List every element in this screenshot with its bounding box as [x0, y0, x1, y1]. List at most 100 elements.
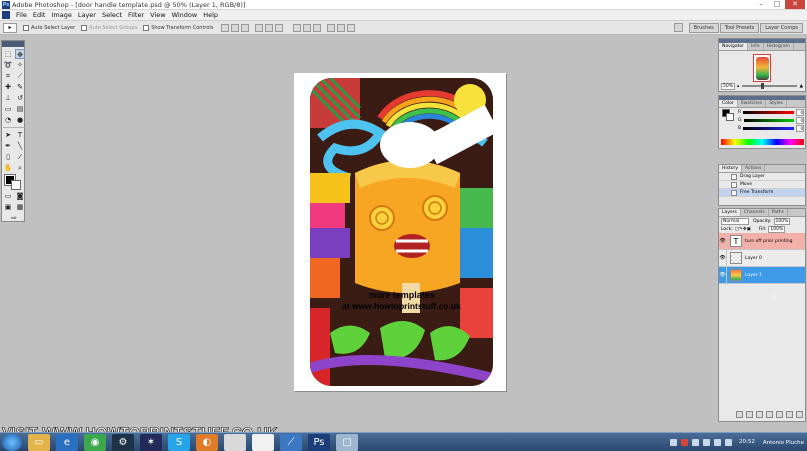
layer-name[interactable]: Layer 1: [745, 273, 762, 278]
tab-navigator[interactable]: Navigator: [719, 43, 749, 50]
adjustment-layer-icon[interactable]: [766, 411, 773, 418]
clone-stamp-tool-icon[interactable]: ⊥: [3, 93, 13, 103]
tray-alert-icon[interactable]: [681, 439, 689, 446]
crop-tool-icon[interactable]: ⌗: [3, 71, 13, 81]
gradient-tool-icon[interactable]: ▤: [15, 104, 25, 114]
notes-tool-icon[interactable]: ▯: [3, 152, 13, 162]
zoom-slider-knob[interactable]: [761, 83, 765, 89]
green-slider[interactable]: [743, 118, 794, 122]
skype-icon[interactable]: S: [168, 433, 190, 451]
tray-volume-icon[interactable]: [703, 439, 711, 446]
door-hanger-artwork[interactable]: more templates at www.howtoprintstuff.co…: [310, 78, 493, 386]
align-middle-icon[interactable]: [231, 23, 240, 32]
quick-mask-mode-icon[interactable]: ◙: [15, 191, 25, 201]
background-color-swatch[interactable]: [726, 113, 734, 121]
layer-row[interactable]: 👁 Layer 0: [719, 249, 805, 267]
blue-value-input[interactable]: 0: [796, 124, 804, 132]
menu-layer[interactable]: Layer: [75, 11, 99, 19]
feather-icon[interactable]: ⟋: [280, 433, 302, 451]
menu-window[interactable]: Window: [169, 11, 201, 19]
layer-row[interactable]: 👁 T turn off prior printing: [719, 232, 805, 250]
steam-icon[interactable]: ⚙: [112, 433, 134, 451]
auto-select-groups-checkbox[interactable]: Auto Select Groups: [81, 24, 137, 31]
zoom-in-icon[interactable]: ▲: [800, 84, 803, 89]
menu-select[interactable]: Select: [99, 11, 125, 19]
ie-icon[interactable]: e: [56, 433, 78, 451]
standard-mode-icon[interactable]: ▭: [3, 191, 13, 201]
tab-info[interactable]: Info: [748, 43, 764, 50]
eraser-tool-icon[interactable]: ▭: [3, 104, 13, 114]
link-layers-icon[interactable]: [736, 411, 743, 418]
visibility-eye-icon[interactable]: 👁: [719, 266, 727, 284]
path-selection-tool-icon[interactable]: ➤: [3, 130, 13, 140]
distribute-center-icon[interactable]: [337, 23, 346, 32]
type-tool-icon[interactable]: T: [15, 130, 25, 140]
checkbox-box[interactable]: [81, 24, 88, 31]
menu-image[interactable]: Image: [48, 11, 74, 19]
tab-layers[interactable]: Layers: [719, 209, 741, 216]
tab-color[interactable]: Color: [719, 100, 738, 107]
align-right-icon[interactable]: [275, 23, 284, 32]
well-layer-comps[interactable]: Layer Comps: [760, 22, 803, 33]
tab-styles[interactable]: Styles: [766, 100, 787, 107]
tab-actions[interactable]: Actions: [742, 165, 766, 172]
pen-tool-icon[interactable]: ✒: [3, 141, 13, 151]
blur-tool-icon[interactable]: ◔: [3, 115, 13, 125]
align-top-icon[interactable]: [221, 23, 230, 32]
fill-input[interactable]: 100%: [768, 225, 786, 233]
tray-flag-icon[interactable]: [725, 439, 733, 446]
align-bottom-icon[interactable]: [241, 23, 250, 32]
zoom-tool-icon[interactable]: ⌕: [15, 163, 25, 173]
green-value-input[interactable]: 0: [796, 116, 804, 124]
distribute-left-icon[interactable]: [327, 23, 336, 32]
menu-help[interactable]: Help: [200, 11, 221, 19]
tab-paths[interactable]: Paths: [769, 209, 788, 216]
zoom-level[interactable]: 50%: [721, 82, 736, 90]
menu-edit[interactable]: Edit: [30, 11, 49, 19]
color-spectrum-bar[interactable]: [721, 139, 804, 145]
distribute-bottom-icon[interactable]: [313, 23, 322, 32]
explorer-icon[interactable]: ▭: [28, 433, 50, 451]
tool-preset-picker[interactable]: ▸: [3, 22, 17, 33]
zoom-slider[interactable]: [742, 83, 797, 89]
red-slider[interactable]: [743, 110, 794, 114]
window-icon[interactable]: ▢: [336, 433, 358, 451]
layer-name[interactable]: turn off prior printing: [745, 239, 792, 244]
chrome-icon[interactable]: ◉: [84, 433, 106, 451]
layer-style-icon[interactable]: [746, 411, 753, 418]
jump-to-imageready-icon[interactable]: ⇨: [3, 213, 25, 223]
layer-name[interactable]: Layer 0: [745, 256, 762, 261]
red-value-input[interactable]: 0: [796, 108, 804, 116]
delete-layer-icon[interactable]: [796, 411, 803, 418]
start-button[interactable]: [2, 433, 22, 451]
blend-mode-select[interactable]: Normal: [721, 217, 749, 225]
distribute-middle-icon[interactable]: [303, 23, 312, 32]
navigator-thumbnail[interactable]: [753, 54, 771, 82]
magic-wand-tool-icon[interactable]: ✧: [15, 60, 25, 70]
new-layer-icon[interactable]: [786, 411, 793, 418]
dodge-tool-icon[interactable]: ●: [15, 115, 25, 125]
auto-select-layer-checkbox[interactable]: Auto Select Layer: [23, 24, 75, 31]
notepad-icon[interactable]: [224, 433, 246, 451]
tab-history[interactable]: History: [719, 165, 743, 172]
full-screen-mode-icon[interactable]: ▦: [15, 202, 25, 212]
eyedropper-tool-icon[interactable]: ⁄: [15, 152, 25, 162]
blue-slider[interactable]: [743, 126, 794, 130]
distribute-top-icon[interactable]: [293, 23, 302, 32]
lock-all-icon[interactable]: ▣: [747, 227, 751, 232]
healing-brush-tool-icon[interactable]: ✚: [3, 82, 13, 92]
file-icon[interactable]: [252, 433, 274, 451]
well-tool-presets[interactable]: Tool Presets: [719, 22, 760, 33]
visibility-eye-icon[interactable]: 👁: [719, 232, 727, 250]
layer-mask-icon[interactable]: [756, 411, 763, 418]
minimize-button[interactable]: –: [753, 0, 769, 9]
maximize-button[interactable]: □: [769, 0, 785, 9]
photoshop-icon[interactable]: Ps: [308, 433, 330, 451]
new-group-icon[interactable]: [776, 411, 783, 418]
tray-network-icon[interactable]: [692, 439, 700, 446]
tab-swatches[interactable]: Swatches: [738, 100, 767, 107]
bridge-icon[interactable]: [673, 22, 683, 32]
lasso-tool-icon[interactable]: ➰: [3, 60, 13, 70]
tray-power-icon[interactable]: [714, 439, 722, 446]
history-item-current[interactable]: Free Transform: [719, 189, 805, 197]
